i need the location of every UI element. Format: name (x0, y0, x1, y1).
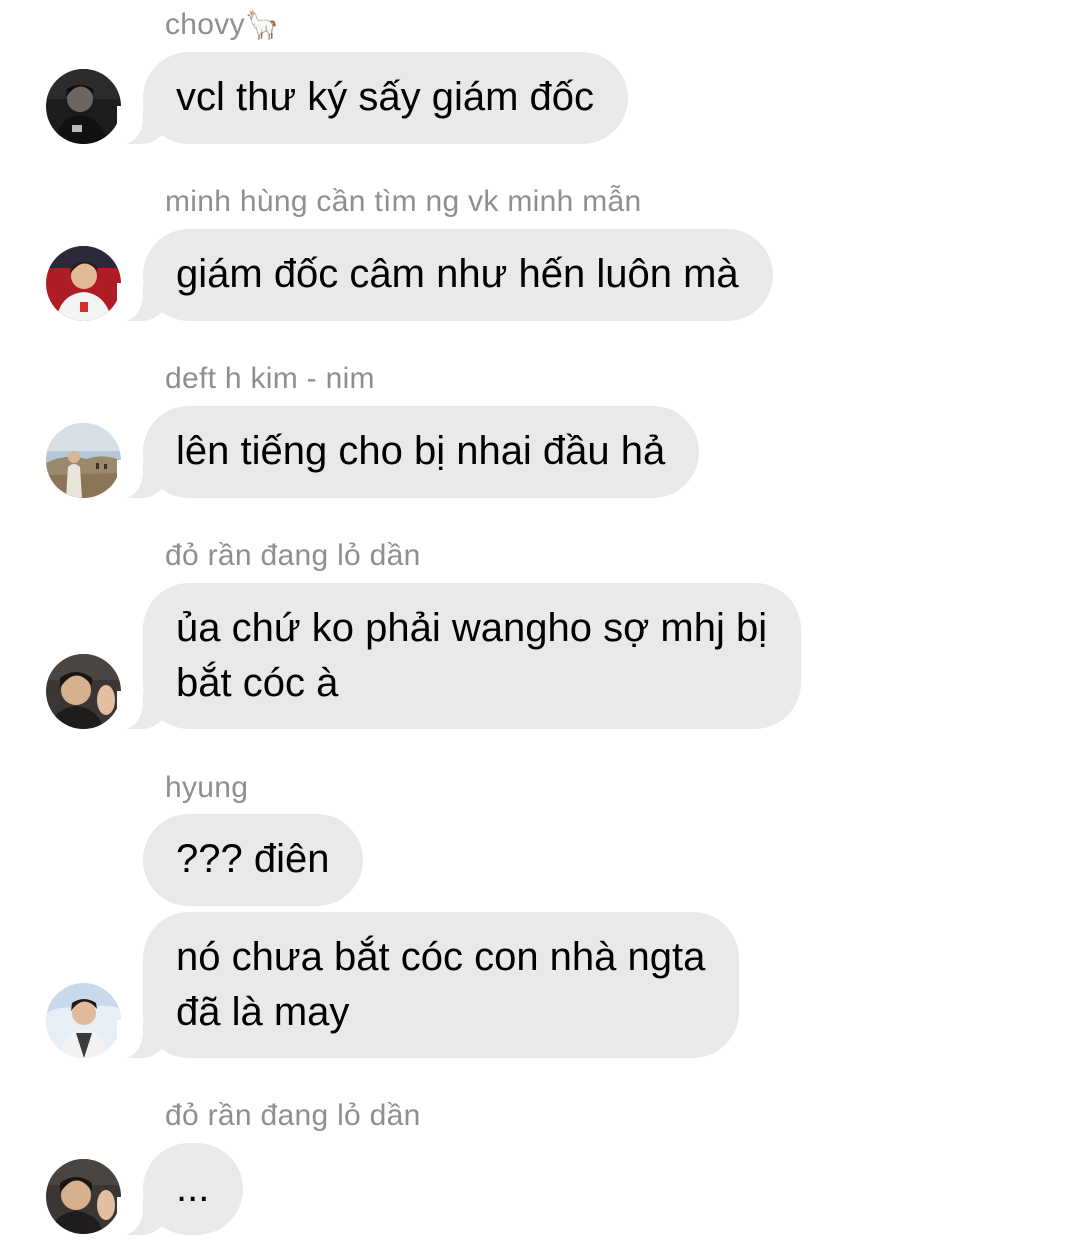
sender-name: chovy🦙 (165, 8, 281, 41)
person-photo-icon (46, 246, 121, 321)
person-photo-icon (46, 1159, 121, 1234)
message-bubble[interactable]: vcl thư ký sấy giám đốc (116, 52, 629, 144)
avatar[interactable] (46, 1159, 121, 1234)
avatar[interactable] (46, 246, 121, 321)
sender-name: deft h kim - nim (165, 362, 375, 395)
avatar[interactable] (46, 654, 121, 729)
person-photo-icon (46, 423, 121, 498)
person-photo-icon (46, 983, 121, 1058)
avatar[interactable] (46, 69, 121, 144)
sender-name: minh hùng cần tìm ng vk minh mẫn (165, 185, 642, 218)
avatar[interactable] (46, 423, 121, 498)
sender-name: hyung (165, 771, 249, 804)
message-bubble[interactable]: ??? điên (143, 814, 364, 906)
sender-name: đỏ rần đang lỏ dần (165, 1099, 421, 1132)
avatar[interactable] (46, 983, 121, 1058)
llama-emoji: 🦙 (244, 9, 281, 40)
person-photo-icon (46, 654, 121, 729)
message-bubble[interactable]: lên tiếng cho bị nhai đầu hả (116, 406, 700, 498)
message-bubble[interactable]: ... (116, 1143, 244, 1235)
message-bubble[interactable]: nó chưa bắt cóc con nhà ngta đã là may (116, 912, 740, 1058)
person-photo-icon (46, 69, 121, 144)
message-bubble[interactable]: ủa chứ ko phải wangho sợ mhj bị bắt cóc … (116, 583, 802, 729)
message-bubble[interactable]: giám đốc câm như hến luôn mà (117, 229, 773, 321)
sender-name: đỏ rần đang lỏ dần (165, 539, 421, 572)
